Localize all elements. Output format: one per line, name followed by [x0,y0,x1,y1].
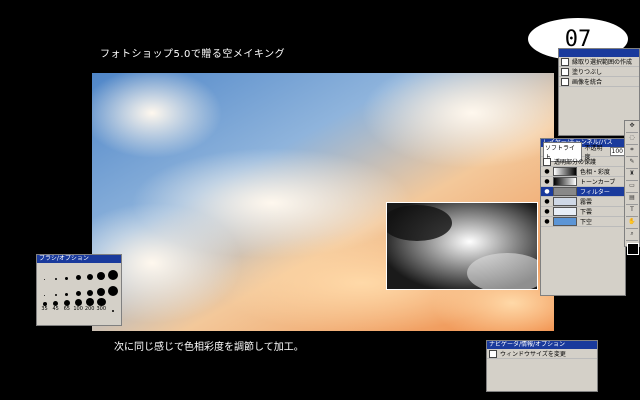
layer-row[interactable]: ● 下空 [541,217,625,227]
history-item[interactable]: 塗りつぶし [559,67,639,77]
opacity-input[interactable]: 100 [609,147,625,156]
history-panel-titlebar[interactable] [559,49,639,57]
lasso-tool-icon[interactable]: ◌ [626,134,638,145]
history-item[interactable]: 画像を統合 [559,77,639,87]
eye-icon[interactable]: ● [543,168,551,176]
layer-thumbnail [553,217,577,226]
slide-caption: 次に同じ感じで色相彩度を調節して加工。 [114,342,304,353]
resize-window-option[interactable]: ウィンドウサイズを変更 [487,349,597,359]
eraser-tool-icon[interactable]: ▭ [626,182,638,193]
brush-preset[interactable]: 100 [73,298,83,312]
brush-preset[interactable] [108,282,118,296]
layer-row[interactable]: ● 色相・彩度 [541,167,625,177]
checkbox-icon[interactable] [489,349,497,358]
slide-title: フォトショップ5.0で贈る空メイキング [100,49,286,60]
brush-grid: 35 45 65 100 200 300 [37,263,121,315]
hand-tool-icon[interactable]: ✋ [626,218,638,229]
zoom-tool-icon[interactable]: ⌕ [626,230,638,241]
eye-icon[interactable]: ● [543,198,551,206]
layer-options-row: ソフトライト 不透明度 100 [541,141,625,162]
brush-preset[interactable] [85,266,95,280]
checkbox-icon[interactable] [561,77,569,86]
text-tool-icon[interactable]: T [626,206,638,217]
brush-preset[interactable] [96,266,106,280]
checkbox-icon[interactable] [543,157,551,166]
eye-icon[interactable]: ● [543,188,551,196]
eye-icon[interactable]: ● [543,208,551,216]
layer-row[interactable]: ● トーンカーブ [541,177,625,187]
layer-row[interactable]: ● 下雲 [541,207,625,217]
brush-preset[interactable] [108,266,118,280]
layer-thumbnail [553,167,577,176]
eye-icon[interactable]: ● [543,178,551,186]
brush-preset[interactable] [51,266,60,280]
brush-preset[interactable] [96,282,106,296]
layer-row[interactable]: ● 霧雲 [541,197,625,207]
layer-thumbnail [553,207,577,216]
brush-preset[interactable] [40,266,49,280]
checkbox-icon[interactable] [561,67,569,76]
layers-panel: レイヤー/チャンネル/パス ソフトライト 不透明度 100 透明部分の保護 ●色… [540,138,626,296]
brush-preset[interactable] [73,266,83,280]
preserve-transparency-row[interactable]: 透明部分の保護 [541,157,625,167]
checkbox-icon[interactable] [561,57,569,66]
stamp-tool-icon[interactable]: ♜ [626,170,638,181]
foreground-color-swatch[interactable] [627,243,639,255]
brushes-panel-titlebar[interactable]: ブラシ/オプション [37,255,121,263]
brush-preset[interactable] [85,282,95,296]
brush-tool-icon[interactable]: ✎ [626,158,638,169]
tool-palette: ✥ ◌ ⌗ ✎ ♜ ▭ ▤ T ✋ ⌕ [624,120,640,255]
brush-preset[interactable]: 200 [85,298,94,312]
layer-thumbnail [553,177,577,186]
brush-preset[interactable] [73,282,83,296]
move-tool-icon[interactable]: ✥ [626,122,638,133]
layer-thumbnail [553,187,577,196]
navigator-panel-titlebar[interactable]: ナビゲータ/情報/オプション [487,341,597,349]
brush-preset[interactable]: 65 [62,298,71,312]
brush-preset[interactable] [108,298,118,312]
layer-row-selected[interactable]: ● フィルター [541,187,625,197]
brush-preset[interactable] [51,282,60,296]
grayscale-preview-image [382,203,547,293]
brush-preset[interactable]: 45 [51,298,60,312]
crop-tool-icon[interactable]: ⌗ [626,146,638,157]
brush-preset[interactable] [62,266,71,280]
brush-preset[interactable]: 300 [96,298,106,312]
history-item[interactable]: 縁取り選択範囲の作成 [559,57,639,67]
brush-preset[interactable] [62,282,71,296]
navigator-panel: ナビゲータ/情報/オプション ウィンドウサイズを変更 [486,340,598,392]
brush-preset[interactable] [40,282,49,296]
brushes-panel: ブラシ/オプション 35 45 65 100 200 300 [36,254,122,326]
adjustment-preview [382,202,547,293]
layer-thumbnail [553,197,577,206]
eye-icon[interactable]: ● [543,218,551,226]
brush-preset[interactable]: 35 [40,298,49,312]
gradient-tool-icon[interactable]: ▤ [626,194,638,205]
